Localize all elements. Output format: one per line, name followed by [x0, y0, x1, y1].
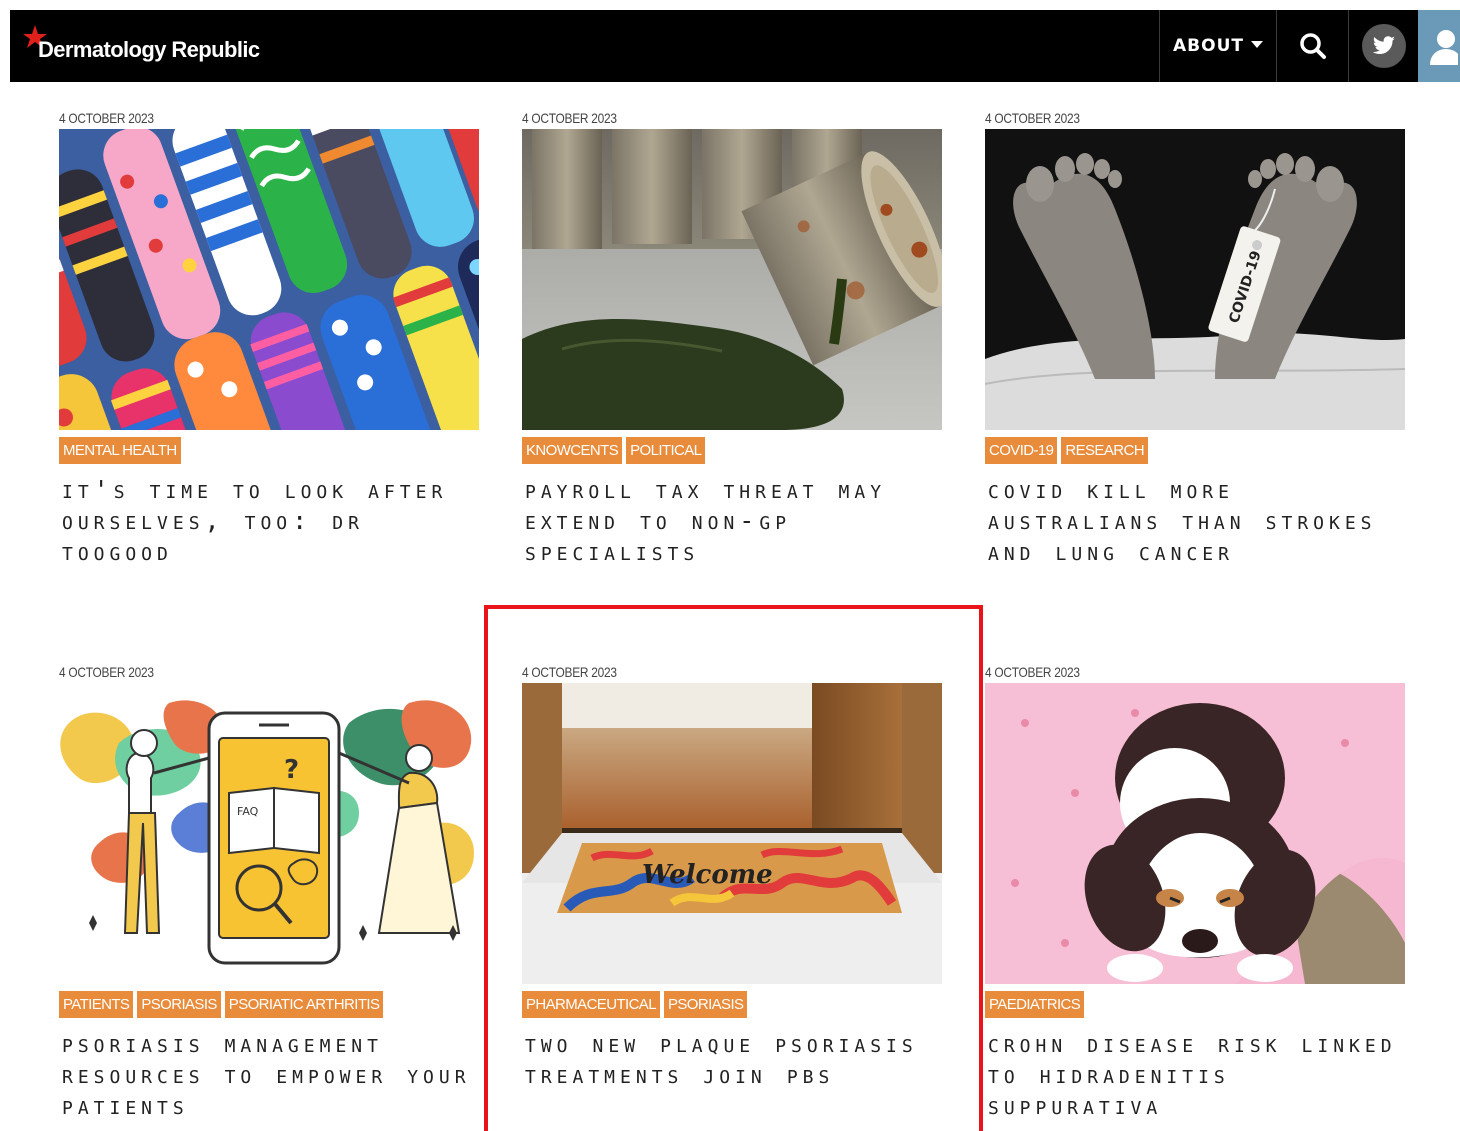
tag-mental-health[interactable]: MENTAL HEALTH: [59, 437, 181, 464]
article-date: 4 OCTOBER 2023: [985, 664, 1080, 680]
article-title[interactable]: Covid kill more Australians than strokes…: [988, 474, 1408, 567]
user-account-button[interactable]: [1418, 10, 1460, 82]
search-icon: [1299, 33, 1326, 59]
article-title[interactable]: Crohn disease risk linked to hidradeniti…: [988, 1028, 1408, 1121]
tag-research[interactable]: RESEARCH: [1061, 437, 1148, 464]
site-logo[interactable]: Dermatology Republic: [23, 24, 260, 68]
svg-text:FAQ: FAQ: [237, 805, 259, 818]
site-header: Dermatology Republic ABOUT: [10, 10, 1460, 82]
tag-psoriasis[interactable]: PSORIASIS: [137, 991, 221, 1018]
article-date: 4 OCTOBER 2023: [59, 110, 154, 126]
article-title[interactable]: Payroll tax threat may extend to non-GP …: [525, 474, 945, 567]
nav-about-label: ABOUT: [1173, 36, 1244, 56]
article-tags: PHARMACEUTICAL PSORIASIS: [522, 991, 748, 1018]
logo-text: Dermatology Republic: [38, 37, 260, 62]
article-card: 4 OCTOBER 2023 FAQ ? PATIENTS PSORIASIS …: [59, 664, 479, 1131]
tag-pharmaceutical[interactable]: PHARMACEUTICAL: [522, 991, 660, 1018]
article-card: 4 OCTOBER 2023 PAEDIATRICS Crohn disease…: [985, 664, 1405, 1131]
article-title[interactable]: It's time to look after ourselves, too: …: [62, 474, 482, 567]
svg-text:Welcome: Welcome: [642, 860, 773, 890]
article-image-doormat[interactable]: Welcome: [522, 683, 942, 984]
article-tags: MENTAL HEALTH: [59, 437, 181, 464]
tag-psoriasis[interactable]: PSORIASIS: [663, 991, 748, 1018]
article-tags: KNOWCENTS POLITICAL: [522, 437, 706, 464]
article-tags: COVID-19 RESEARCH: [985, 437, 1148, 464]
tag-political[interactable]: POLITICAL: [626, 437, 706, 464]
article-image-socks[interactable]: [59, 129, 479, 430]
tag-paediatrics[interactable]: PAEDIATRICS: [985, 991, 1085, 1018]
article-date: 4 OCTOBER 2023: [522, 110, 617, 126]
article-title[interactable]: Psoriasis management resources to empowe…: [62, 1028, 482, 1121]
article-tags: PAEDIATRICS: [985, 991, 1085, 1018]
tag-psoriatic-arthritis[interactable]: PSORIATIC ARTHRITIS: [224, 991, 384, 1018]
tag-covid-19[interactable]: COVID-19: [985, 437, 1058, 464]
svg-text:?: ?: [284, 755, 299, 785]
article-card: 4 OCTOBER 2023: [59, 110, 479, 590]
article-date: 4 OCTOBER 2023: [522, 664, 617, 680]
article-date: 4 OCTOBER 2023: [985, 110, 1080, 126]
article-tags: PATIENTS PSORIASIS PSORIATIC ARTHRITIS: [59, 991, 384, 1018]
article-image-faq-illustration[interactable]: FAQ ?: [59, 683, 479, 984]
chevron-down-icon: [1250, 40, 1263, 48]
article-image-barrel[interactable]: [522, 129, 942, 430]
tag-patients[interactable]: PATIENTS: [59, 991, 134, 1018]
article-date: 4 OCTOBER 2023: [59, 664, 154, 680]
nav-about-menu[interactable]: ABOUT: [1159, 10, 1276, 82]
article-card: 4 OCTOBER 2023 Welcome PHARMACEUTICAL PS…: [522, 664, 942, 1131]
tag-knowcents[interactable]: KNOWCENTS: [522, 437, 623, 464]
article-title[interactable]: Two new plaque psoriasis treatments join…: [525, 1028, 945, 1090]
user-icon: [1430, 30, 1458, 65]
article-card: 4 OCTOBER 2023: [522, 110, 942, 590]
article-image-puppy[interactable]: [985, 683, 1405, 984]
main-nav: ABOUT: [1159, 10, 1460, 82]
article-card: 4 OCTOBER 2023 COVID-19 COVID-19 RESEARC…: [985, 110, 1405, 590]
search-button[interactable]: [1276, 10, 1348, 82]
twitter-link[interactable]: [1348, 10, 1418, 82]
article-image-feet[interactable]: COVID-19: [985, 129, 1405, 430]
twitter-icon: [1361, 24, 1406, 68]
